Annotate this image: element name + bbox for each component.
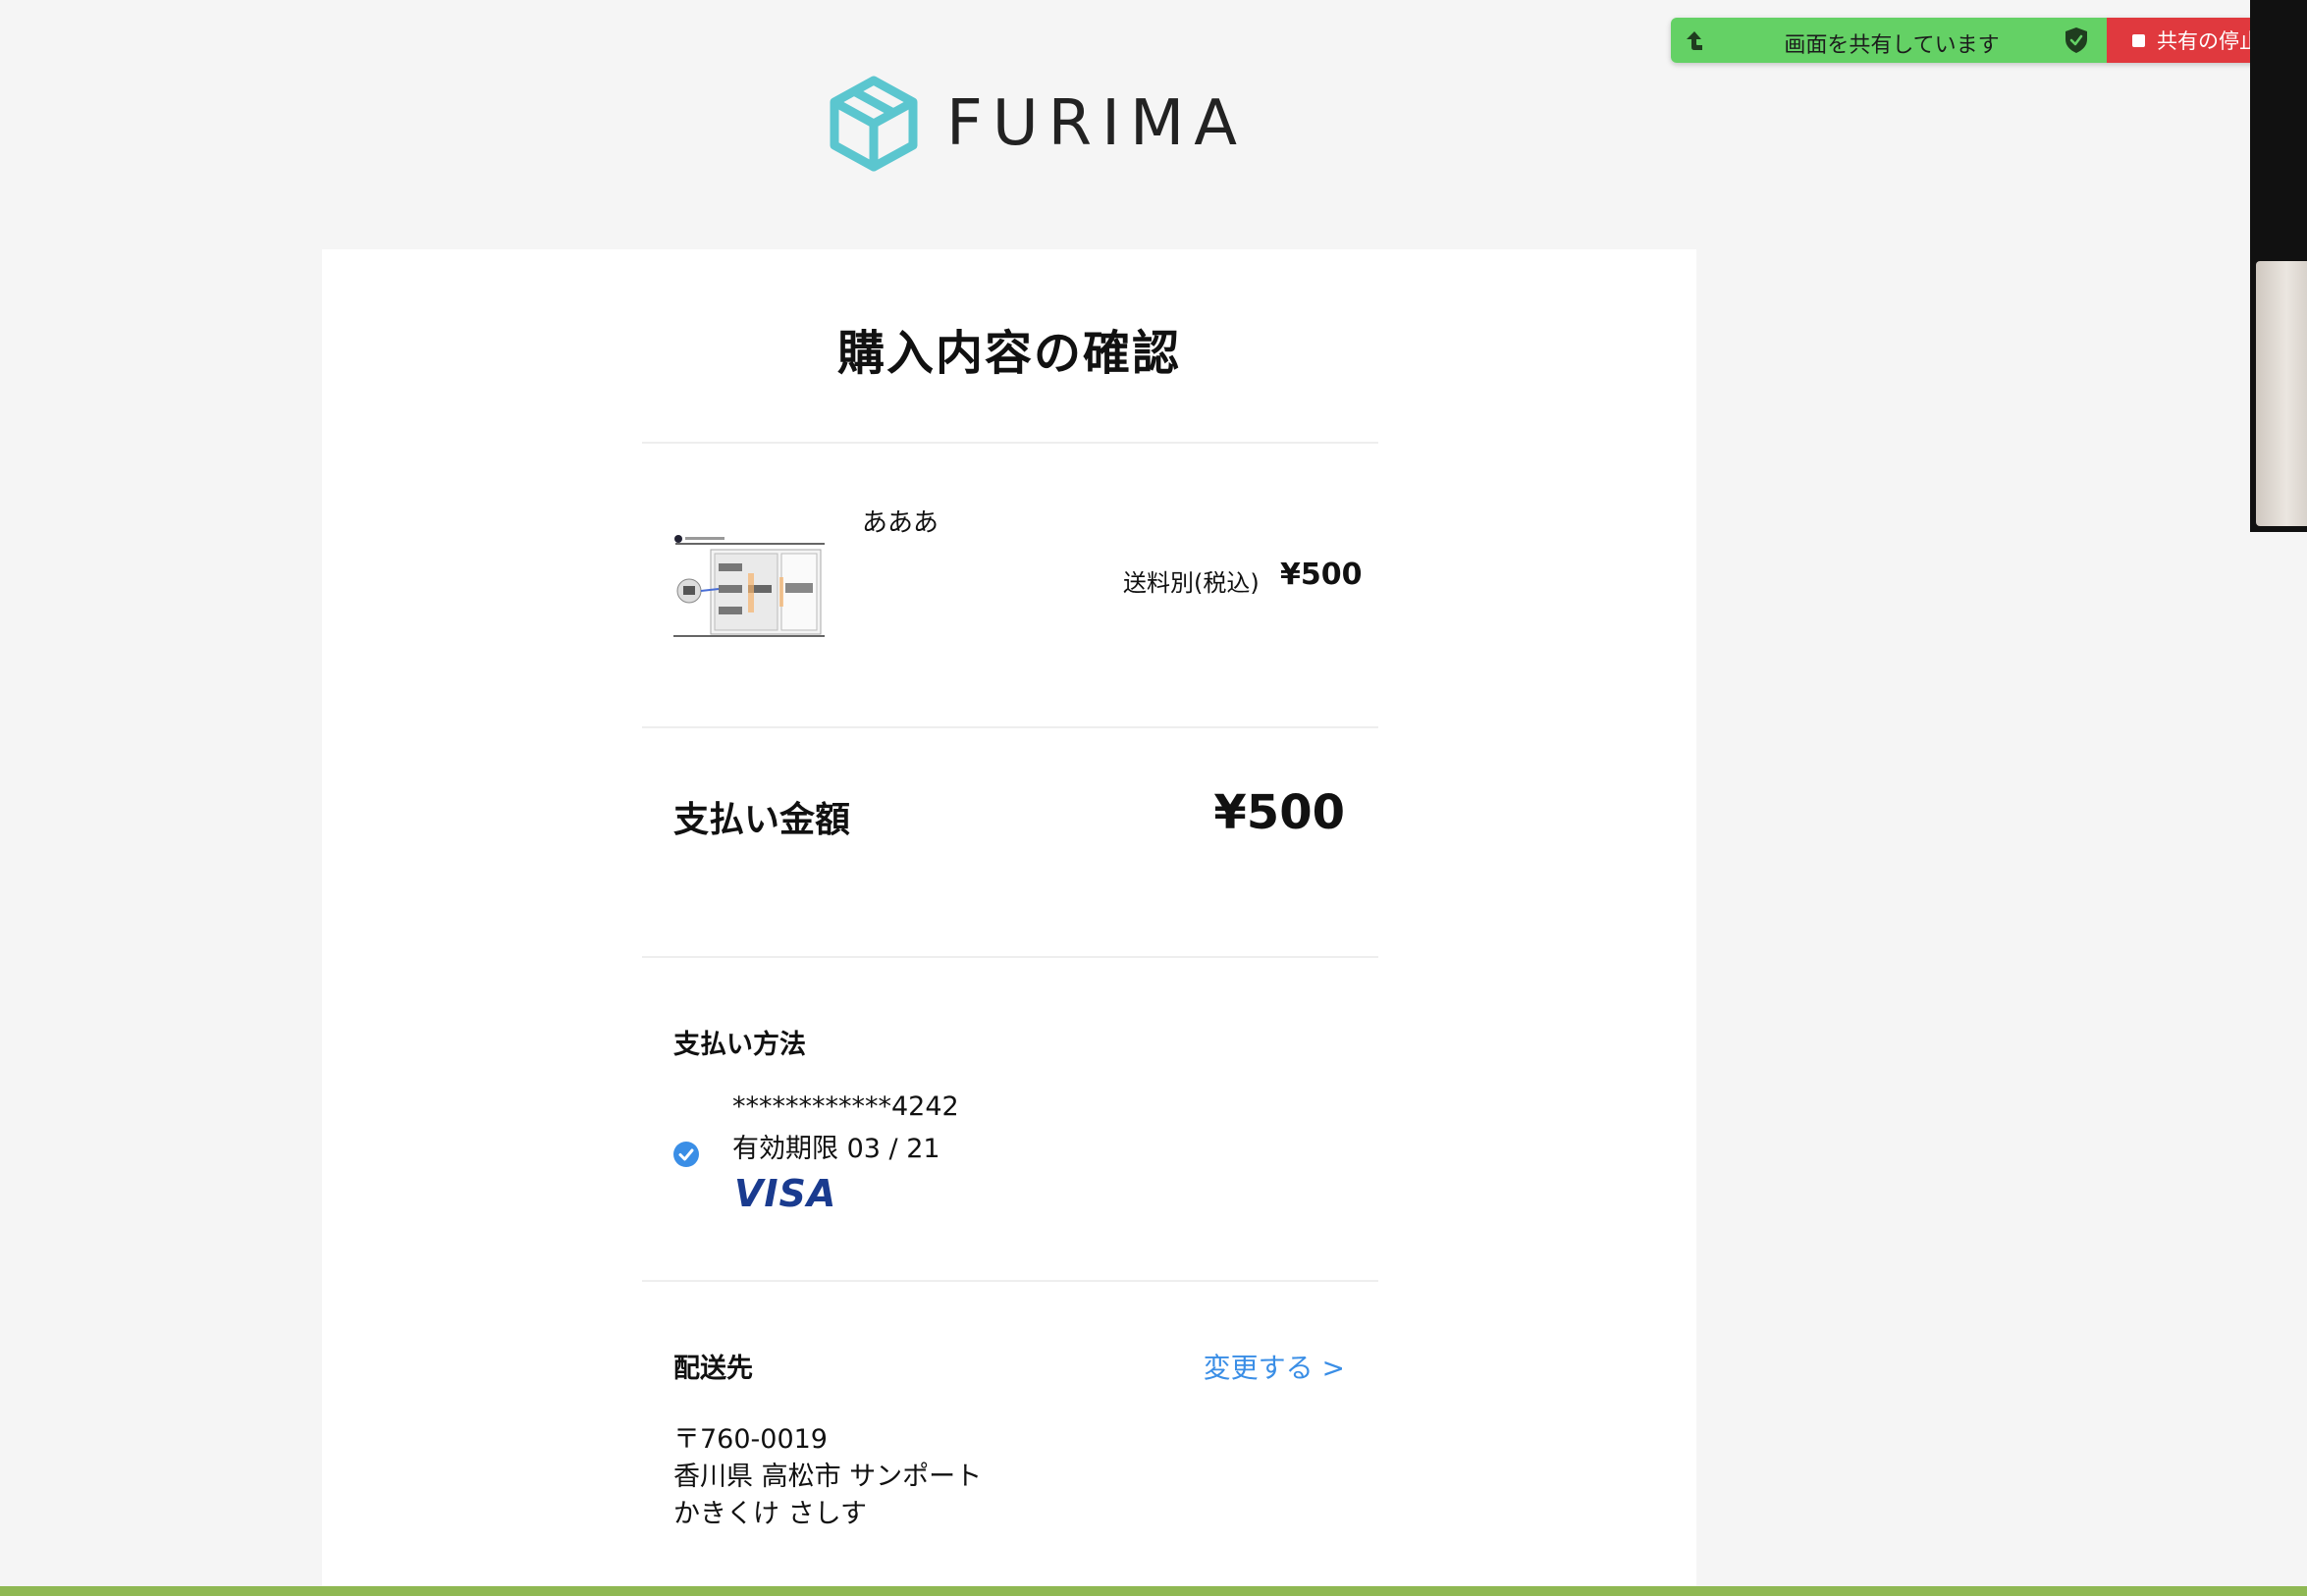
divider	[642, 442, 1378, 444]
brand-name: FURIMA	[946, 87, 1247, 160]
shipping-fee-note: 送料別(税込)	[1123, 569, 1260, 597]
card-expiry: 有効期限 03 / 21	[732, 1134, 940, 1164]
total-amount: ¥500	[1213, 785, 1345, 840]
share-arrow-icon	[1687, 31, 1702, 50]
video-thumbnail[interactable]	[2256, 261, 2307, 526]
check-circle-icon[interactable]	[672, 1141, 700, 1168]
visa-logo: VISA	[734, 1172, 837, 1215]
divider	[642, 726, 1378, 728]
site-logo[interactable]: FURIMA	[827, 75, 1247, 173]
item-name: あああ	[862, 508, 939, 538]
stop-square-icon	[2132, 33, 2145, 47]
payment-method-label: 支払い方法	[673, 1030, 806, 1060]
item-price: ¥500	[1280, 558, 1363, 592]
postal-code: 〒760-0019	[673, 1424, 828, 1455]
address: 香川県 高松市 サンポート	[673, 1462, 983, 1492]
divider	[642, 956, 1378, 958]
purchase-confirm-card: 購入内容の確認 あああ 送料別(税込) ¥500 支払い金額 ¥500 支払い方…	[322, 249, 1696, 1596]
share-status-bar[interactable]: 画面を共有しています	[1671, 18, 2107, 63]
change-address-link[interactable]: 変更する >	[1204, 1347, 1345, 1386]
screen-share-banner: 画面を共有しています 共有の停止	[1671, 18, 2285, 63]
page-title: 購入内容の確認	[836, 326, 1181, 381]
total-label: 支払い金額	[673, 800, 851, 840]
recipient-name: かきくけ さしす	[673, 1499, 868, 1529]
divider	[642, 1280, 1378, 1282]
bottom-bar	[0, 1586, 2307, 1596]
share-status-text: 画面を共有しています	[1784, 33, 2000, 58]
shipping-address-label: 配送先	[673, 1354, 753, 1384]
shield-check-icon	[2066, 27, 2087, 53]
box-logo-icon	[830, 76, 918, 172]
item-thumbnail[interactable]	[673, 534, 825, 640]
card-number: ************4242	[732, 1091, 959, 1122]
stop-share-label: 共有の停止	[2157, 29, 2260, 53]
